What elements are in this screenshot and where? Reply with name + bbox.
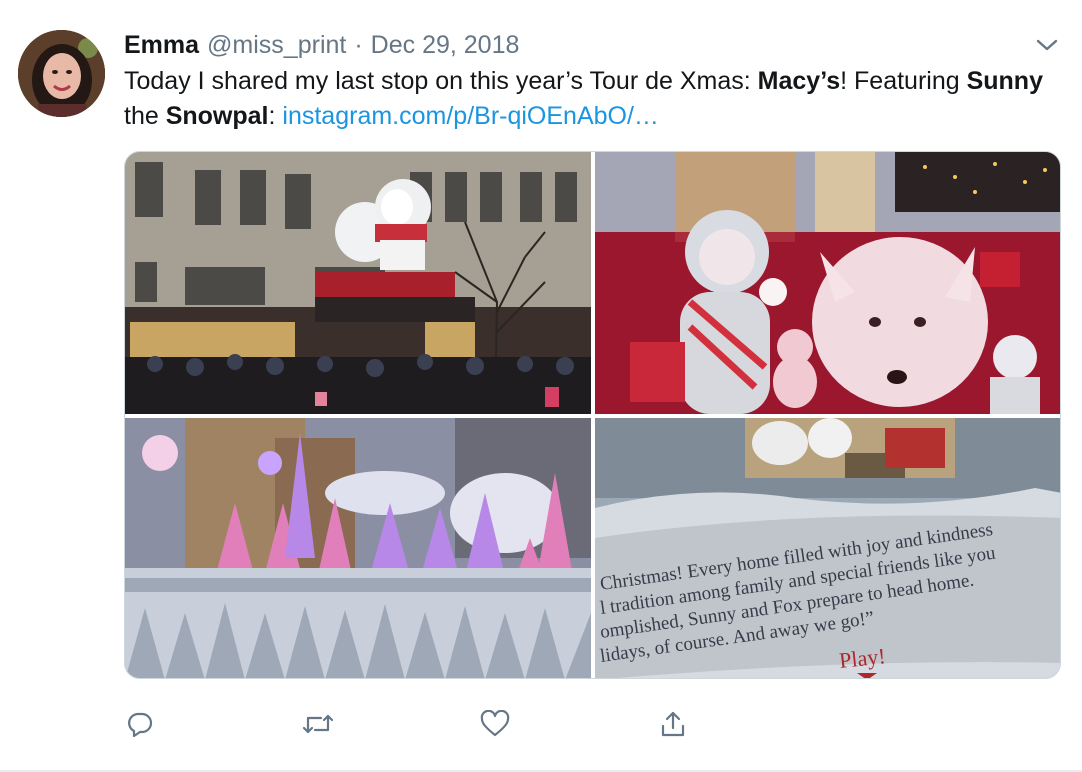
text-bold-snowpal: Snowpal xyxy=(165,102,269,130)
text-bold-macys: Macy’s xyxy=(757,67,841,95)
photo-macys-storefront[interactable] xyxy=(125,152,591,414)
text-bold-sunny: Sunny xyxy=(966,67,1043,95)
tweet-text: Today I shared my last stop on this year… xyxy=(124,64,1069,134)
avatar[interactable] xyxy=(18,30,105,117)
retweet-icon[interactable] xyxy=(300,706,336,742)
media-grid: Christmas! Every home filled with joy an… xyxy=(124,151,1061,679)
tweet-date[interactable]: Dec 29, 2018 xyxy=(371,31,520,60)
photo-storybook-plaque[interactable]: Christmas! Every home filled with joy an… xyxy=(595,418,1060,678)
play-label[interactable]: Play! xyxy=(838,643,887,673)
author-handle[interactable]: @miss_print xyxy=(207,31,346,60)
text-part: ! Featuring xyxy=(840,67,967,95)
reply-icon[interactable] xyxy=(122,706,158,742)
heart-icon[interactable] xyxy=(477,706,513,742)
text-part: : xyxy=(268,102,283,130)
photo-crystal-trees-window[interactable] xyxy=(125,418,591,678)
text-part: Today I shared my last stop on this year… xyxy=(124,67,758,95)
tweet-header: Emma @miss_print · Dec 29, 2018 xyxy=(124,30,519,60)
plaque-image: Christmas! Every home filled with joy an… xyxy=(595,418,1060,678)
tweet: Emma @miss_print · Dec 29, 2018 Today I … xyxy=(0,0,1082,772)
instagram-link[interactable]: instagram.com/p/Br-qiOEnAbO/… xyxy=(282,102,659,130)
separator: · xyxy=(354,30,363,59)
chevron-down-icon[interactable] xyxy=(1034,34,1060,56)
text-part: the xyxy=(124,102,166,130)
author-name[interactable]: Emma xyxy=(124,31,199,60)
photo-sunny-and-fox-window[interactable] xyxy=(595,152,1060,414)
share-icon[interactable] xyxy=(655,706,691,742)
